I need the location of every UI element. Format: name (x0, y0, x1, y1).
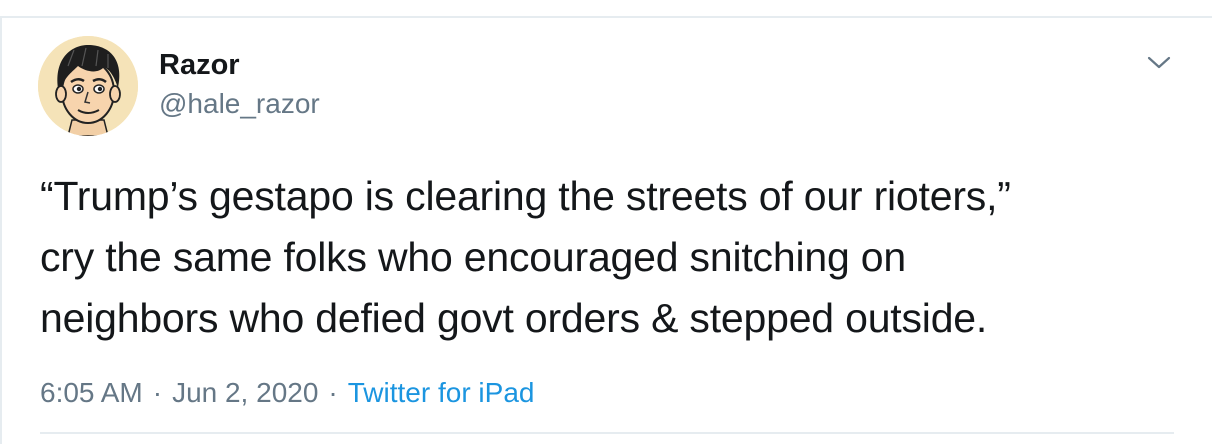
chevron-down-icon (1147, 56, 1171, 69)
meta-separator: · (152, 377, 163, 408)
tweet-menu-button[interactable] (1144, 50, 1174, 74)
tweet-source-link[interactable]: Twitter for iPad (348, 377, 535, 408)
tweet-text: “Trump’s gestapo is clearing the streets… (40, 166, 1180, 349)
meta-separator: · (328, 377, 338, 408)
avatar[interactable] (38, 36, 138, 136)
tweet-text-line: neighbors who defied govt orders & stepp… (40, 295, 988, 341)
tweet-meta: 6:05 AM · Jun 2, 2020 · Twitter for iPad (40, 375, 534, 411)
top-divider (0, 16, 1212, 18)
tweet-date[interactable]: Jun 2, 2020 (172, 377, 318, 408)
bottom-divider (40, 432, 1174, 434)
tweet-text-line: “Trump’s gestapo is clearing the streets… (40, 173, 1011, 219)
tweet-time[interactable]: 6:05 AM (40, 377, 143, 408)
tweet-card: Razor @hale_razor “Trump’s gestapo is cl… (0, 0, 1212, 444)
cartoon-portrait-avatar-icon (38, 36, 138, 136)
left-divider (0, 16, 2, 444)
tweet-text-line: cry the same folks who encouraged snitch… (40, 234, 906, 280)
author-handle[interactable]: @hale_razor (159, 86, 320, 122)
author-display-name[interactable]: Razor (159, 47, 240, 83)
